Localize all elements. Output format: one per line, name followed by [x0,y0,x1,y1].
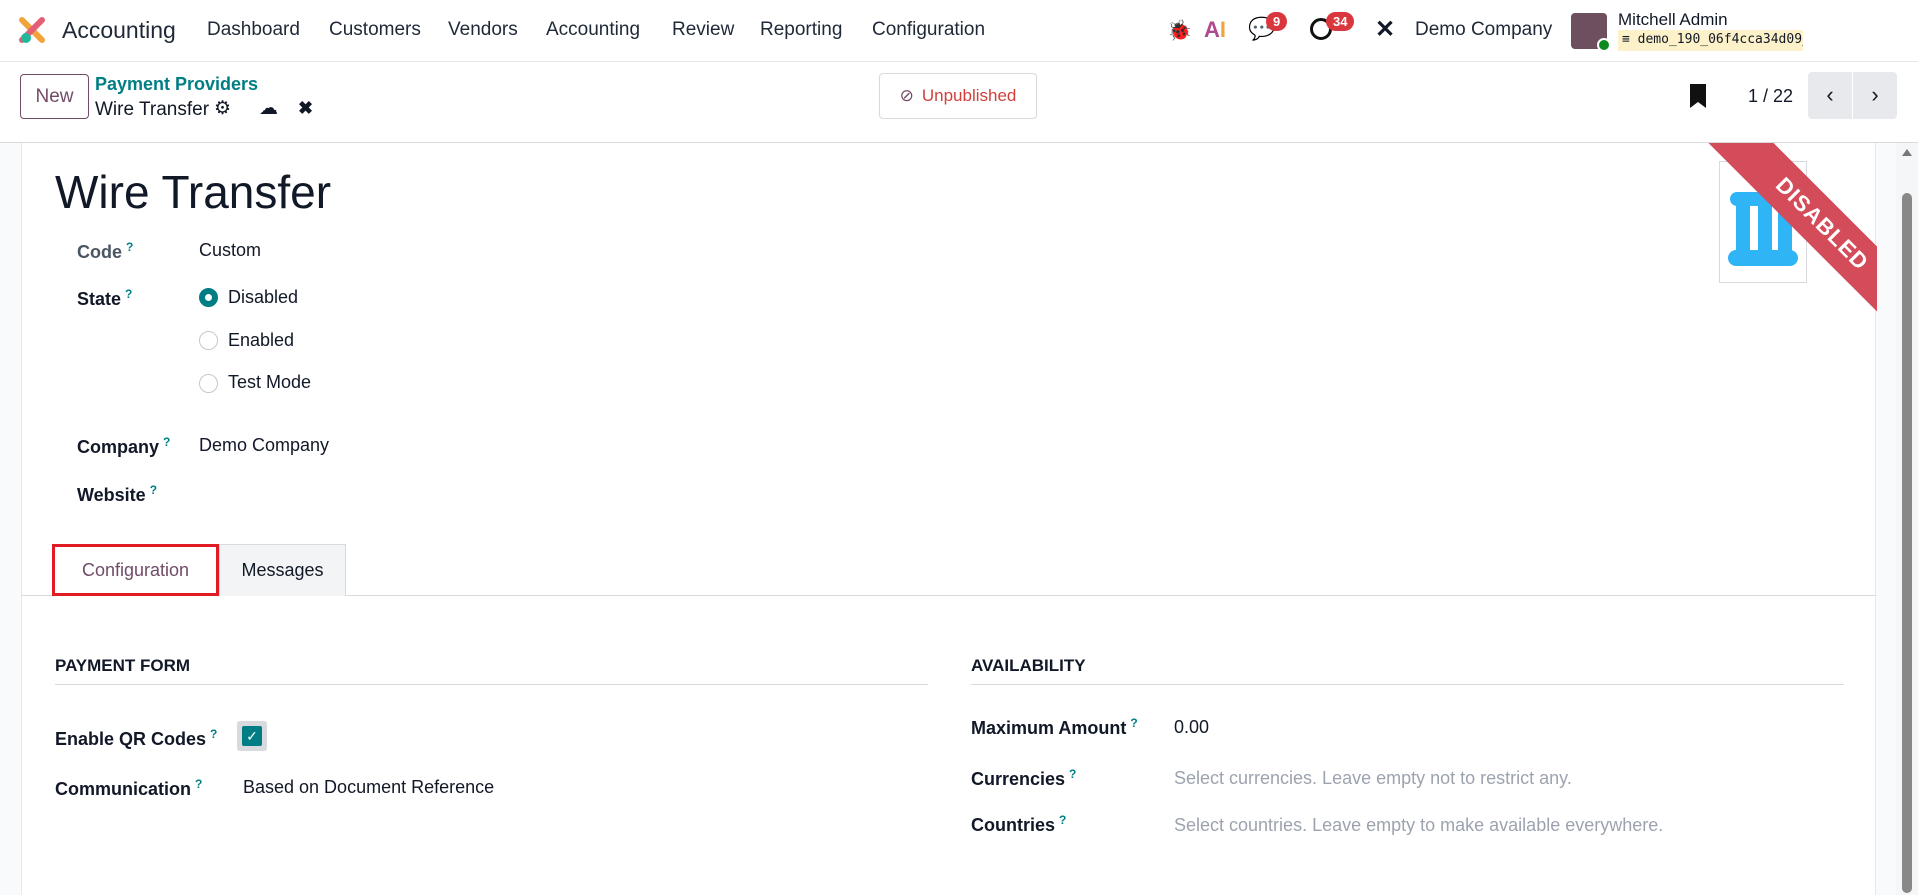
state-radio-enabled[interactable] [199,331,218,350]
communication-select[interactable]: Based on Document Reference [243,777,494,798]
unpublished-button[interactable]: ⊘ Unpublished [879,73,1037,119]
help-icon[interactable]: ? [210,727,217,741]
messages-badge: 9 [1266,12,1288,31]
pager-previous-button[interactable]: ‹ [1808,72,1852,119]
currencies-input[interactable]: Select currencies. Leave empty not to re… [1174,768,1572,789]
state-option-label[interactable]: Disabled [228,287,298,308]
help-icon[interactable]: ? [1059,813,1066,827]
state-label: State? [77,287,133,309]
new-button[interactable]: New [20,74,89,119]
control-panel: New Payment Providers Wire Transfer ⚙ ☁ … [0,62,1918,143]
state-option-label[interactable]: Enabled [228,330,294,351]
database-icon: ≡ [1622,32,1638,47]
user-avatar[interactable] [1571,13,1611,52]
pager-value[interactable]: 1 / 22 [1748,86,1793,107]
menu-configuration[interactable]: Configuration [872,19,985,41]
gear-icon[interactable]: ⚙ [214,97,231,120]
maximum-amount-input[interactable]: 0.00 [1174,717,1209,738]
database-name: demo_190_06f4cca34d09_1764... [1637,32,1803,47]
ribbon-text: DISABLED [1706,143,1877,340]
company-label: Company? [77,435,171,457]
app-logo-icon[interactable] [18,16,46,44]
eye-slash-icon: ⊘ [899,86,914,105]
communication-label: Communication? [55,777,203,799]
record-title[interactable]: Wire Transfer [55,165,331,219]
state-option-label[interactable]: Test Mode [228,372,311,393]
settings-tools-icon[interactable]: ✕ [1375,15,1395,44]
bookmark-icon[interactable] [1690,84,1706,108]
enable-qr-checkbox[interactable]: ✓ [237,721,267,751]
state-radio-test-mode[interactable] [199,374,218,393]
app-name[interactable]: Accounting [62,17,176,44]
code-value: Custom [199,240,262,260]
user-name[interactable]: Mitchell Admin [1618,10,1728,30]
disabled-ribbon: DISABLED [1662,143,1877,343]
help-icon[interactable]: ? [1069,767,1076,781]
enable-qr-label: Enable QR Codes? [55,727,218,749]
menu-reporting[interactable]: Reporting [760,19,842,41]
menu-review[interactable]: Review [672,19,734,41]
menu-dashboard[interactable]: Dashboard [207,19,300,41]
maximum-amount-label: Maximum Amount? [971,716,1138,738]
payment-form-heading: PAYMENT FORM [55,656,928,685]
top-navbar: Accounting Dashboard Customers Vendors A… [0,0,1918,62]
help-icon[interactable]: ? [195,777,202,791]
currencies-label: Currencies? [971,767,1077,789]
database-badge: ≡ demo_190_06f4cca34d09_1764... [1618,30,1803,51]
scroll-up-arrow-icon[interactable] [1902,149,1912,156]
availability-heading: AVAILABILITY [971,656,1844,685]
form-sheet: Wire Transfer DISABLED Code? Custom Stat… [21,143,1877,895]
help-icon[interactable]: ? [125,287,132,301]
online-status-icon [1597,38,1611,52]
menu-customers[interactable]: Customers [329,19,421,41]
state-radio-disabled[interactable] [199,288,218,307]
save-cloud-icon[interactable]: ☁ [259,97,278,120]
breadcrumb-payment-providers[interactable]: Payment Providers [95,74,258,95]
countries-input[interactable]: Select countries. Leave empty to make av… [1174,815,1663,836]
help-icon[interactable]: ? [1130,716,1137,730]
ai-icon[interactable]: AI [1204,17,1226,43]
company-field[interactable]: Demo Company [199,435,329,456]
menu-vendors[interactable]: Vendors [448,19,518,41]
tab-messages[interactable]: Messages [219,544,346,596]
discard-close-icon[interactable]: ✖ [298,98,313,119]
vertical-scrollbar[interactable] [1896,143,1918,895]
scrollbar-thumb[interactable] [1902,193,1912,893]
help-icon[interactable]: ? [126,240,133,254]
code-label: Code? [77,240,134,262]
debug-bug-icon[interactable]: 🐞 [1167,18,1192,43]
company-switcher[interactable]: Demo Company [1415,19,1552,41]
menu-accounting[interactable]: Accounting [546,19,640,41]
checkmark-icon: ✓ [242,726,262,746]
publish-status: Unpublished [921,86,1017,105]
help-icon[interactable]: ? [150,483,157,497]
countries-label: Countries? [971,813,1067,835]
form-view: Wire Transfer DISABLED Code? Custom Stat… [0,143,1896,895]
activities-badge: 34 [1326,12,1355,31]
website-label: Website? [77,483,158,505]
help-icon[interactable]: ? [163,435,170,449]
breadcrumb-current: Wire Transfer [95,99,210,120]
pager-next-button[interactable]: › [1853,72,1897,119]
tab-configuration[interactable]: Configuration [52,544,219,596]
